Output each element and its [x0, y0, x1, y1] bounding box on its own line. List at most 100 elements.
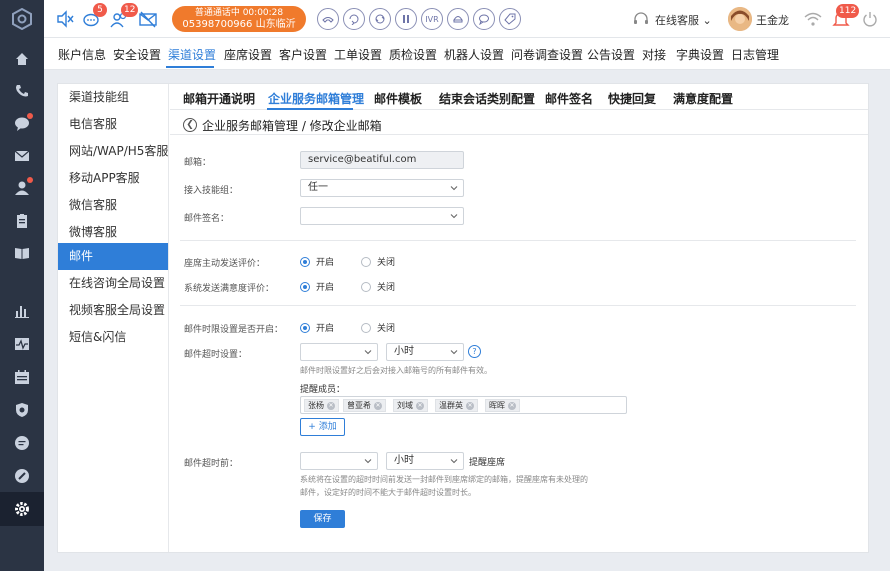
app-logo-icon	[12, 8, 32, 30]
consult-icon[interactable]	[369, 8, 391, 30]
clipboard-icon[interactable]	[11, 210, 33, 232]
agent-status-text: 在线客服	[655, 14, 699, 27]
remove-tag-icon[interactable]: ✕	[327, 401, 335, 410]
dialog-icon[interactable]	[473, 8, 495, 30]
pause-icon[interactable]	[395, 8, 417, 30]
menu-item-notice[interactable]: 公告设置	[587, 46, 635, 63]
radio-checked-icon	[300, 281, 310, 292]
mail-icon[interactable]	[11, 145, 33, 167]
mail-off-icon[interactable]	[138, 9, 158, 29]
sidebar-item-wechat[interactable]: 微信客服	[58, 192, 168, 219]
sidebar-item-email[interactable]: 邮件	[58, 243, 168, 270]
power-icon[interactable]	[862, 11, 878, 27]
menu-item-ticket[interactable]: 工单设置	[334, 46, 382, 63]
pulse-icon[interactable]	[11, 333, 33, 355]
chevron-down-icon	[450, 214, 458, 219]
back-icon[interactable]: ❮	[183, 118, 197, 132]
sidebar-item-weibo[interactable]: 微博客服	[58, 219, 168, 246]
before-timeout-select[interactable]	[300, 452, 378, 470]
menu-item-robot[interactable]: 机器人设置	[444, 46, 504, 63]
menu-item-logs[interactable]: 日志管理	[731, 46, 779, 63]
users-icon[interactable]: 12	[110, 3, 139, 29]
help-icon[interactable]: ?	[468, 345, 481, 358]
agent-status-select[interactable]: 在线客服 ⌄	[655, 12, 712, 28]
timeout-select[interactable]	[300, 343, 378, 361]
message-icon[interactable]	[11, 432, 33, 454]
hangup-icon[interactable]	[317, 8, 339, 30]
sidebar-item-web[interactable]: 网站/WAP/H5客服	[58, 138, 168, 165]
chat-badge: 5	[93, 3, 107, 17]
add-member-button[interactable]: + 添加	[300, 418, 345, 436]
tab-quick-reply[interactable]: 快捷回复	[608, 90, 656, 107]
menu-item-account[interactable]: 账户信息	[58, 46, 106, 63]
email-field[interactable]: service@beatiful.com	[300, 151, 464, 169]
tab-email-signature[interactable]: 邮件签名	[545, 90, 593, 107]
remove-tag-icon[interactable]: ✕	[508, 401, 516, 410]
tab-email-guide[interactable]: 邮箱开通说明	[183, 90, 255, 107]
home-icon[interactable]	[11, 48, 33, 70]
agent-eval-on-radio[interactable]: 开启	[300, 255, 334, 268]
tab-email-template[interactable]: 邮件模板	[374, 90, 422, 107]
system-eval-on-radio[interactable]: 开启	[300, 280, 334, 293]
menu-item-security[interactable]: 安全设置	[113, 46, 161, 63]
calendar-icon[interactable]	[11, 366, 33, 388]
menu-item-dictionary[interactable]: 字典设置	[676, 46, 724, 63]
remove-tag-icon[interactable]: ✕	[374, 401, 382, 410]
system-eval-off-radio[interactable]: 关闭	[361, 280, 395, 293]
time-limit-off-radio[interactable]: 关闭	[361, 321, 395, 334]
save-button[interactable]: 保存	[300, 510, 345, 528]
chat-bubbles-icon[interactable]: 5	[82, 3, 107, 29]
chat-icon[interactable]	[11, 113, 33, 135]
skill-group-value: 任一	[308, 182, 328, 193]
signature-select[interactable]	[300, 207, 464, 225]
tab-satisfaction[interactable]: 满意度配置	[673, 90, 733, 107]
sidebar-item-video-global[interactable]: 视频客服全局设置	[58, 297, 168, 324]
menu-active-underline	[166, 66, 214, 68]
top-bar: 5 12 普通通话中 00:00:28 05398700966 山东临沂 IVR…	[44, 0, 890, 38]
avatar[interactable]	[728, 7, 752, 31]
user-name[interactable]: 王金龙	[756, 12, 789, 28]
call-status-pill[interactable]: 普通通话中 00:00:28 05398700966 山东临沂	[172, 6, 306, 32]
remind-members-input[interactable]: 张杨 ✕ 曾亚希 ✕ 刘域 ✕ 温群英 ✕ 晖晖 ✕	[300, 396, 627, 414]
tag-icon[interactable]	[499, 8, 521, 30]
sidebar-item-telecom[interactable]: 电信客服	[58, 111, 168, 138]
channel-sidebar: 渠道技能组 电信客服 网站/WAP/H5客服 移动APP客服 微信客服 微博客服…	[58, 84, 169, 552]
agent-eval-off-radio[interactable]: 关闭	[361, 255, 395, 268]
mute-icon[interactable]	[55, 9, 75, 29]
user-icon[interactable]	[11, 177, 33, 199]
menu-item-customer[interactable]: 客户设置	[279, 46, 327, 63]
member-name: 刘域	[397, 401, 413, 410]
timeout-label: 邮件超时设置：	[184, 350, 248, 360]
sidebar-item-sms[interactable]: 短信&闪信	[58, 324, 168, 351]
sidebar-item-online-global[interactable]: 在线咨询全局设置	[58, 270, 168, 297]
time-limit-on-radio[interactable]: 开启	[300, 321, 334, 334]
menu-item-survey[interactable]: 问卷调查设置	[511, 46, 583, 63]
agent-hat-icon[interactable]	[447, 8, 469, 30]
remove-tag-icon[interactable]: ✕	[416, 401, 424, 410]
shield-icon[interactable]	[11, 399, 33, 421]
tab-enterprise-mailbox[interactable]: 企业服务邮箱管理	[268, 90, 364, 107]
notification-bell-icon[interactable]: 112	[832, 4, 860, 28]
settings-gear-icon[interactable]	[0, 492, 44, 526]
tab-session-category[interactable]: 结束会话类别配置	[439, 90, 535, 107]
menu-item-seat[interactable]: 座席设置	[224, 46, 272, 63]
phone-icon[interactable]	[11, 80, 33, 102]
menu-item-qc[interactable]: 质检设置	[389, 46, 437, 63]
menu-item-channel[interactable]: 渠道设置	[168, 46, 216, 63]
transfer-icon[interactable]	[343, 8, 365, 30]
remove-tag-icon[interactable]: ✕	[466, 401, 474, 410]
chevron-down-icon	[450, 186, 458, 191]
skill-group-select[interactable]: 任一	[300, 179, 464, 197]
bar-chart-icon[interactable]	[11, 300, 33, 322]
timeout-unit-select[interactable]: 小时	[386, 343, 464, 361]
email-label: 邮箱：	[184, 158, 212, 168]
before-timeout-unit-select[interactable]: 小时	[386, 452, 464, 470]
book-icon[interactable]	[11, 242, 33, 264]
menu-item-integration[interactable]: 对接	[642, 46, 666, 63]
link-icon[interactable]	[11, 465, 33, 487]
sidebar-item-app[interactable]: 移动APP客服	[58, 165, 168, 192]
agent-eval-label: 座席主动发送评价：	[184, 259, 266, 269]
ivr-button[interactable]: IVR	[421, 8, 443, 30]
sidebar-item-skill-group[interactable]: 渠道技能组	[58, 84, 168, 111]
notification-badge: 112	[836, 4, 860, 18]
